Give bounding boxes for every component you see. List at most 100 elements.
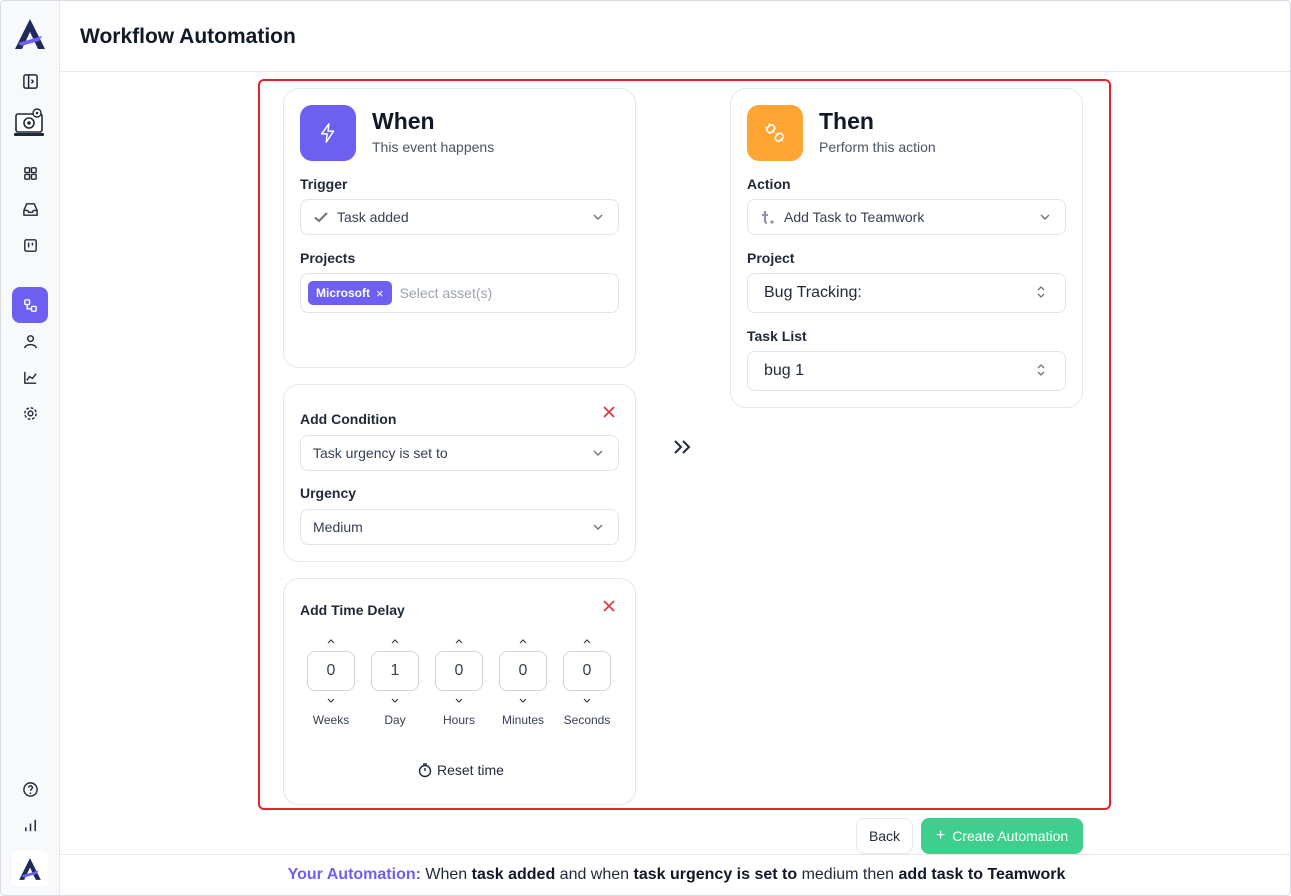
dashboard-icon[interactable] bbox=[12, 155, 48, 191]
project-select[interactable]: Bug Tracking: bbox=[747, 273, 1066, 313]
reset-time-button[interactable]: Reset time bbox=[417, 762, 504, 778]
condition-label: Add Condition bbox=[300, 411, 397, 427]
project-label: Project bbox=[747, 250, 795, 266]
then-subtitle: Perform this action bbox=[819, 139, 936, 155]
hours-input[interactable]: 0 bbox=[435, 651, 483, 691]
increment-icon[interactable] bbox=[582, 637, 592, 645]
project-value: Bug Tracking: bbox=[764, 284, 862, 301]
sidebar bbox=[1, 1, 60, 895]
double-chevron-right-icon bbox=[674, 440, 691, 454]
settings-icon[interactable] bbox=[12, 395, 48, 431]
minutes-input[interactable]: 0 bbox=[499, 651, 547, 691]
summary-condition: task urgency is set to bbox=[633, 866, 798, 883]
chip-remove-icon[interactable]: × bbox=[376, 286, 384, 301]
remove-condition-icon[interactable] bbox=[601, 404, 617, 420]
timer-reset-icon bbox=[418, 763, 432, 778]
project-chip-label: Microsoft bbox=[316, 286, 370, 300]
action-value: Add Task to Teamwork bbox=[784, 209, 925, 225]
seconds-input[interactable]: 0 bbox=[563, 651, 611, 691]
plug-icon bbox=[747, 105, 803, 161]
create-automation-label: Create Automation bbox=[952, 828, 1069, 844]
lightning-icon bbox=[300, 105, 356, 161]
day-label: Day bbox=[384, 713, 406, 727]
workflow-icon[interactable] bbox=[12, 287, 48, 323]
header: Workflow Automation bbox=[61, 1, 1290, 72]
hours-label: Hours bbox=[442, 713, 475, 727]
trigger-select[interactable]: Task added bbox=[300, 199, 619, 235]
increment-icon[interactable] bbox=[326, 637, 336, 645]
weeks-stepper: 0 Weeks bbox=[307, 637, 355, 727]
workstation-settings-icon[interactable] bbox=[11, 105, 49, 143]
when-title: When bbox=[372, 108, 435, 134]
decrement-icon[interactable] bbox=[326, 697, 336, 705]
summary-text: and when bbox=[555, 866, 634, 883]
updown-chevron-icon bbox=[1037, 364, 1045, 376]
weeks-input[interactable]: 0 bbox=[307, 651, 355, 691]
projects-multiselect[interactable]: Microsoft × Select asset(s) bbox=[300, 273, 619, 313]
increment-icon[interactable] bbox=[454, 637, 464, 645]
time-delay-card: Add Time Delay 0 Weeks 1 Day 0 Hours 0 M… bbox=[283, 578, 636, 805]
hours-stepper: 0 Hours bbox=[435, 637, 483, 727]
chevron-down-icon bbox=[593, 450, 603, 456]
condition-value: Task urgency is set to bbox=[313, 445, 448, 461]
increment-icon[interactable] bbox=[390, 637, 400, 645]
logo-icon[interactable] bbox=[12, 16, 48, 52]
board-icon[interactable] bbox=[12, 227, 48, 263]
time-delay-label: Add Time Delay bbox=[300, 602, 405, 618]
chevron-down-icon bbox=[593, 524, 603, 530]
seconds-label: Seconds bbox=[563, 713, 611, 727]
seconds-stepper: 0 Seconds bbox=[563, 637, 611, 727]
minutes-stepper: 0 Minutes bbox=[499, 637, 547, 727]
automation-summary: Your Automation: When task added and whe… bbox=[61, 854, 1290, 895]
urgency-select[interactable]: Medium bbox=[300, 509, 619, 545]
reset-time-label: Reset time bbox=[437, 762, 504, 778]
collapse-sidebar-icon[interactable] bbox=[12, 63, 48, 99]
when-card: When This event happens Trigger Task add… bbox=[283, 88, 636, 368]
create-automation-button[interactable]: + Create Automation bbox=[921, 818, 1083, 854]
day-input[interactable]: 1 bbox=[371, 651, 419, 691]
increment-icon[interactable] bbox=[518, 637, 528, 645]
trigger-label: Trigger bbox=[300, 176, 348, 192]
inbox-icon[interactable] bbox=[12, 191, 48, 227]
urgency-value: Medium bbox=[313, 519, 363, 535]
decrement-icon[interactable] bbox=[454, 697, 464, 705]
plus-icon: + bbox=[935, 827, 946, 844]
condition-card: Add Condition Task urgency is set to Urg… bbox=[283, 384, 636, 562]
action-select[interactable]: Add Task to Teamwork bbox=[747, 199, 1066, 235]
teamwork-icon bbox=[762, 211, 774, 225]
bar-chart-icon[interactable] bbox=[12, 807, 48, 843]
trigger-value: Task added bbox=[337, 209, 409, 225]
then-card: Then Perform this action Action Add Task… bbox=[730, 88, 1083, 408]
help-icon[interactable] bbox=[12, 771, 48, 807]
condition-select[interactable]: Task urgency is set to bbox=[300, 435, 619, 471]
decrement-icon[interactable] bbox=[518, 697, 528, 705]
back-button[interactable]: Back bbox=[856, 818, 913, 854]
chevron-down-icon bbox=[1040, 214, 1050, 220]
user-icon[interactable] bbox=[12, 323, 48, 359]
then-title: Then bbox=[819, 108, 874, 134]
projects-placeholder: Select asset(s) bbox=[399, 285, 493, 301]
weeks-label: Weeks bbox=[312, 713, 350, 727]
remove-delay-icon[interactable] bbox=[601, 598, 617, 614]
updown-chevron-icon bbox=[1037, 286, 1045, 298]
summary-text: medium then bbox=[797, 866, 899, 883]
task-list-label: Task List bbox=[747, 328, 807, 344]
when-subtitle: This event happens bbox=[372, 139, 495, 155]
check-icon bbox=[314, 212, 328, 223]
chevron-down-icon bbox=[593, 214, 603, 220]
summary-text: When bbox=[420, 866, 472, 883]
summary-trigger: task added bbox=[471, 866, 556, 883]
analytics-icon[interactable] bbox=[12, 359, 48, 395]
summary-prefix: Your Automation: bbox=[287, 866, 421, 883]
summary-action: add task to Teamwork bbox=[898, 866, 1066, 883]
task-list-select[interactable]: bug 1 bbox=[747, 351, 1066, 391]
decrement-icon[interactable] bbox=[582, 697, 592, 705]
decrement-icon[interactable] bbox=[390, 697, 400, 705]
urgency-label: Urgency bbox=[300, 485, 357, 501]
page-title: Workflow Automation bbox=[80, 25, 296, 48]
workspace-logo-icon[interactable] bbox=[12, 851, 48, 887]
action-label: Action bbox=[747, 176, 791, 192]
minutes-label: Minutes bbox=[501, 713, 545, 727]
project-chip: Microsoft × bbox=[308, 281, 392, 305]
day-stepper: 1 Day bbox=[371, 637, 419, 727]
